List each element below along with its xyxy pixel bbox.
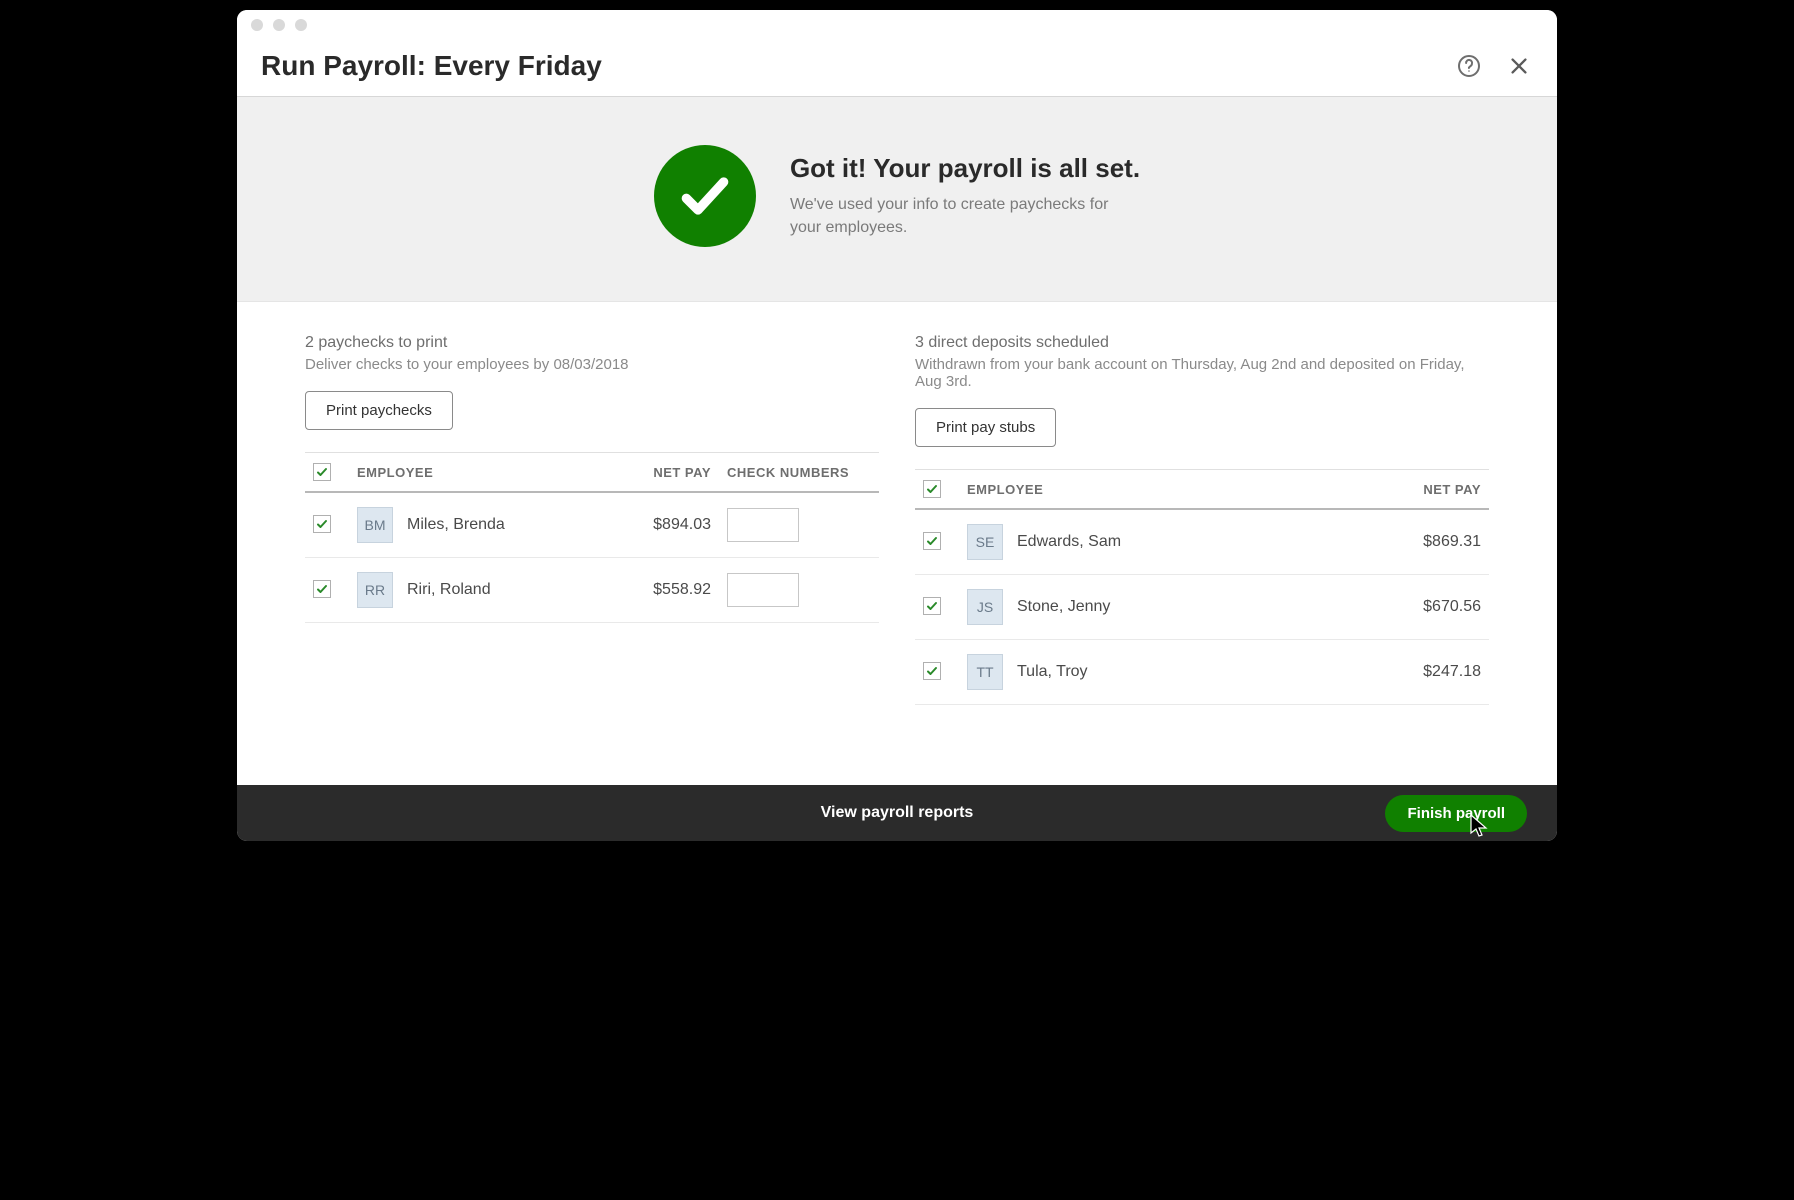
avatar: SE (967, 524, 1003, 560)
netpay-value: $894.03 (599, 492, 719, 558)
row-checkbox[interactable] (313, 580, 331, 598)
checkmark-icon (316, 518, 328, 530)
employee-cell: BM Miles, Brenda (357, 507, 591, 543)
help-icon (1457, 54, 1481, 78)
deposits-header: 3 direct deposits scheduled Withdrawn fr… (915, 334, 1489, 390)
table-row: JS Stone, Jenny $670.56 (915, 575, 1489, 640)
netpay-col-header: NET PAY (1369, 470, 1489, 510)
row-checkbox[interactable] (313, 515, 331, 533)
confirmation-banner: Got it! Your payroll is all set. We've u… (237, 97, 1557, 302)
footer-bar: View payroll reports Finish payroll (237, 785, 1557, 841)
row-checkbox[interactable] (923, 662, 941, 680)
netpay-value: $869.31 (1369, 509, 1489, 575)
deposits-title: 3 direct deposits scheduled (915, 334, 1489, 352)
help-button[interactable] (1455, 52, 1483, 80)
employee-cell: SE Edwards, Sam (967, 524, 1361, 560)
select-all-header (305, 453, 349, 493)
employee-name: Miles, Brenda (407, 516, 505, 534)
confirmation-sub: We've used your info to create paychecks… (790, 194, 1110, 239)
confirmation-text: Got it! Your payroll is all set. We've u… (790, 153, 1140, 239)
finish-payroll-button[interactable]: Finish payroll (1385, 795, 1527, 832)
employee-cell: RR Riri, Roland (357, 572, 591, 608)
avatar: BM (357, 507, 393, 543)
employee-name: Tula, Troy (1017, 663, 1088, 681)
checkmark-icon (926, 665, 938, 677)
employee-name: Riri, Roland (407, 581, 491, 599)
select-all-checkbox[interactable] (313, 463, 331, 481)
checkmark-icon (316, 583, 328, 595)
employee-name: Stone, Jenny (1017, 598, 1110, 616)
employee-cell: JS Stone, Jenny (967, 589, 1361, 625)
paychecks-title: 2 paychecks to print (305, 334, 879, 352)
employee-col-header: EMPLOYEE (959, 470, 1369, 510)
page-title: Run Payroll: Every Friday (261, 50, 1455, 82)
checkmark-icon (926, 535, 938, 547)
print-pay-stubs-button[interactable]: Print pay stubs (915, 408, 1056, 447)
checkmark-icon (926, 483, 938, 495)
confirmation-heading: Got it! Your payroll is all set. (790, 153, 1140, 184)
window-chrome (237, 10, 1557, 40)
deposits-panel: 3 direct deposits scheduled Withdrawn fr… (915, 334, 1489, 705)
content-area: 2 paychecks to print Deliver checks to y… (237, 302, 1557, 785)
select-all-checkbox[interactable] (923, 480, 941, 498)
deposits-sub: Withdrawn from your bank account on Thur… (915, 356, 1489, 390)
success-check-circle (654, 145, 756, 247)
check-number-input[interactable] (727, 573, 799, 607)
checkmark-icon (926, 600, 938, 612)
modal-header: Run Payroll: Every Friday (237, 40, 1557, 97)
avatar: RR (357, 572, 393, 608)
netpay-value: $247.18 (1369, 640, 1489, 705)
checkmark-icon (316, 466, 328, 478)
check-number-input[interactable] (727, 508, 799, 542)
netpay-value: $670.56 (1369, 575, 1489, 640)
checkmark-icon (677, 168, 733, 224)
print-paychecks-button[interactable]: Print paychecks (305, 391, 453, 430)
checknum-col-header: CHECK NUMBERS (719, 453, 879, 493)
paychecks-header: 2 paychecks to print Deliver checks to y… (305, 334, 879, 373)
traffic-light-zoom[interactable] (295, 19, 307, 31)
table-row: BM Miles, Brenda $894.03 (305, 492, 879, 558)
close-button[interactable] (1505, 52, 1533, 80)
paychecks-sub: Deliver checks to your employees by 08/0… (305, 356, 879, 373)
row-checkbox[interactable] (923, 532, 941, 550)
deposits-table: EMPLOYEE NET PAY SE (915, 469, 1489, 705)
avatar: TT (967, 654, 1003, 690)
table-row: SE Edwards, Sam $869.31 (915, 509, 1489, 575)
table-row: RR Riri, Roland $558.92 (305, 558, 879, 623)
employee-name: Edwards, Sam (1017, 533, 1121, 551)
employee-cell: TT Tula, Troy (967, 654, 1361, 690)
paychecks-panel: 2 paychecks to print Deliver checks to y… (305, 334, 879, 705)
traffic-light-minimize[interactable] (273, 19, 285, 31)
employee-col-header: EMPLOYEE (349, 453, 599, 493)
view-reports-link[interactable]: View payroll reports (821, 804, 974, 822)
paychecks-table: EMPLOYEE NET PAY CHECK NUMBERS (305, 452, 879, 623)
app-window: Run Payroll: Every Friday (237, 10, 1557, 841)
avatar: JS (967, 589, 1003, 625)
header-actions (1455, 52, 1533, 80)
close-icon (1508, 55, 1530, 77)
traffic-light-close[interactable] (251, 19, 263, 31)
row-checkbox[interactable] (923, 597, 941, 615)
select-all-header (915, 470, 959, 510)
netpay-value: $558.92 (599, 558, 719, 623)
netpay-col-header: NET PAY (599, 453, 719, 493)
table-row: TT Tula, Troy $247.18 (915, 640, 1489, 705)
